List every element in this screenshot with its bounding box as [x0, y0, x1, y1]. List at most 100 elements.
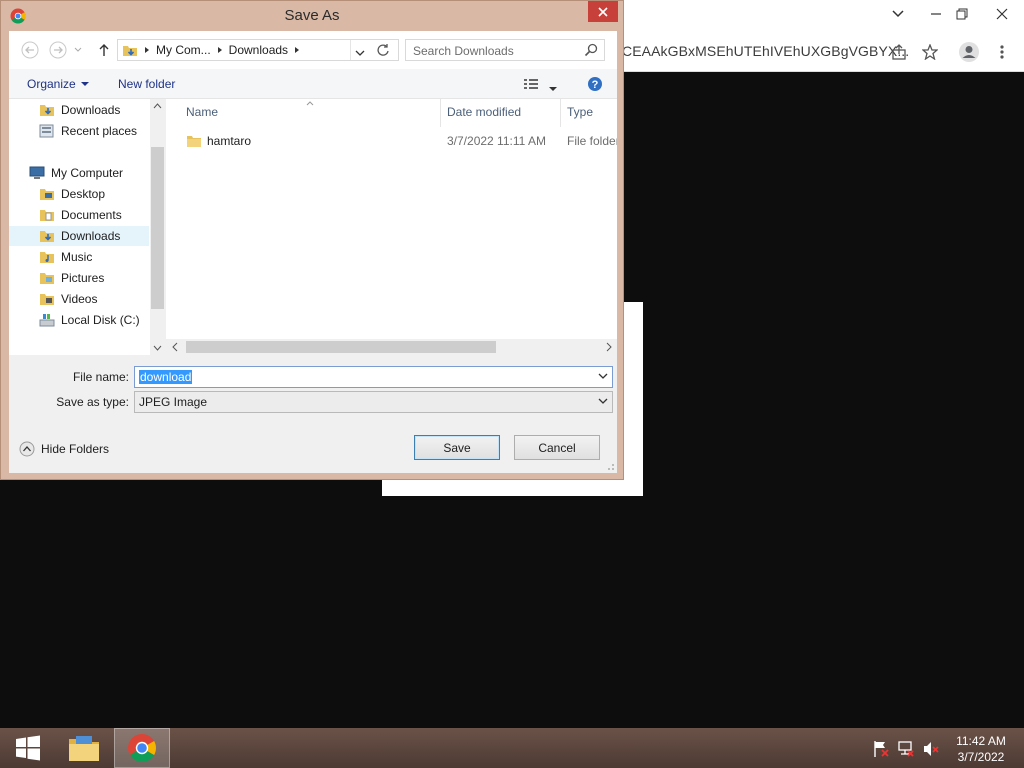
tree-item-label: Local Disk (C:) [61, 313, 140, 327]
refresh-icon [377, 44, 389, 56]
help-icon[interactable]: ? [587, 76, 603, 95]
scroll-right-icon [606, 342, 612, 352]
tree-item-music[interactable]: Music [9, 247, 149, 267]
horizontal-scrollbar-thumb[interactable] [186, 341, 496, 353]
file-name: hamtaro [207, 134, 252, 148]
profile-avatar-icon[interactable] [957, 40, 981, 64]
dialog-close-button[interactable] [588, 1, 618, 22]
tree-item-downloads-fav[interactable]: Downloads [9, 100, 149, 120]
filename-value: download [139, 370, 193, 384]
tree-item-local-disk[interactable]: Local Disk (C:) [9, 310, 149, 330]
navigation-pane: Downloads Recent places My Computer Desk… [9, 99, 165, 355]
scroll-up-icon [153, 103, 162, 109]
tree-item-label: Downloads [61, 103, 121, 117]
tree-item-my-computer[interactable]: My Computer [9, 163, 149, 183]
collapse-up-icon [19, 441, 35, 457]
dialog-titlebar[interactable]: Save As [1, 1, 623, 31]
column-header-name[interactable]: Name [186, 105, 218, 119]
taskbar: 11:42 AM 3/7/2022 [0, 728, 1024, 768]
network-icon[interactable] [897, 740, 915, 761]
horizontal-scrollbar[interactable] [166, 339, 617, 355]
address-history-dropdown[interactable] [355, 46, 365, 60]
navigation-scrollbar[interactable] [150, 99, 165, 355]
refresh-button[interactable] [375, 42, 391, 61]
tree-item-label: Videos [61, 292, 98, 306]
file-type: File folder [567, 134, 617, 148]
close-icon [598, 6, 608, 17]
cancel-button[interactable]: Cancel [514, 435, 600, 460]
up-button[interactable] [93, 39, 115, 61]
tree-item-documents[interactable]: Documents [9, 205, 149, 225]
back-arrow-icon [21, 41, 39, 59]
recent-locations-dropdown[interactable] [71, 39, 85, 61]
file-row[interactable]: hamtaro 3/7/2022 11:11 AM File folder [166, 131, 617, 153]
forward-arrow-icon [49, 41, 67, 59]
file-date: 3/7/2022 11:11 AM [447, 134, 546, 148]
view-options-icon[interactable] [523, 77, 539, 94]
share-icon[interactable] [887, 40, 911, 64]
tree-item-recent-places[interactable]: Recent places [9, 121, 149, 141]
chrome-close-icon[interactable] [982, 0, 1022, 28]
svg-text:?: ? [592, 79, 599, 91]
chrome-tab-search-icon[interactable] [878, 0, 918, 28]
taskbar-chrome[interactable] [114, 728, 170, 768]
pictures-folder-icon [39, 270, 55, 286]
save-button[interactable]: Save [414, 435, 500, 460]
chevron-down-icon [74, 47, 82, 52]
breadcrumb-my-computer[interactable]: My Com... [156, 43, 211, 57]
tree-item-videos[interactable]: Videos [9, 289, 149, 309]
file-explorer-icon [69, 736, 99, 761]
savetype-value: JPEG Image [139, 395, 208, 409]
column-header-type[interactable]: Type [567, 105, 593, 119]
videos-folder-icon [39, 291, 55, 307]
omnibox-url[interactable]: CEAAkGBxMSEhUTEhIVEhUXGBgVGBYX... [622, 43, 909, 59]
tree-item-label: Documents [61, 208, 122, 222]
savetype-label: Save as type: [56, 395, 129, 409]
navigation-row: My Com... Downloads Search Downloads [9, 31, 617, 69]
savetype-select[interactable]: JPEG Image [134, 391, 613, 413]
breadcrumb-chevron-icon [145, 47, 149, 53]
windows-logo-icon [16, 735, 40, 761]
folder-icon [186, 134, 202, 151]
command-bar: Organize New folder ? [9, 69, 617, 99]
search-input[interactable]: Search Downloads [405, 39, 605, 61]
breadcrumb-downloads[interactable]: Downloads [229, 43, 288, 57]
search-placeholder: Search Downloads [413, 44, 514, 58]
new-folder-button[interactable]: New folder [118, 77, 175, 91]
column-separator[interactable] [440, 99, 441, 127]
clock-date: 3/7/2022 [957, 750, 1005, 764]
column-header-date[interactable]: Date modified [447, 105, 521, 119]
tree-item-pictures[interactable]: Pictures [9, 268, 149, 288]
organize-menu[interactable]: Organize [27, 77, 89, 91]
navigation-scrollbar-thumb[interactable] [151, 147, 164, 309]
column-separator[interactable] [560, 99, 561, 127]
hide-folders-toggle[interactable]: Hide Folders [19, 441, 109, 457]
chevron-down-icon [80, 81, 89, 86]
forward-button[interactable] [47, 39, 69, 61]
action-center-flag-icon[interactable] [872, 740, 890, 761]
volume-muted-icon[interactable] [922, 740, 940, 761]
address-bar[interactable]: My Com... Downloads [117, 39, 399, 61]
chrome-icon [128, 734, 156, 762]
tree-item-downloads[interactable]: Downloads [9, 226, 149, 246]
tree-item-label: Desktop [61, 187, 106, 201]
tree-item-desktop[interactable]: Desktop [9, 184, 149, 204]
dialog-title: Save As [284, 7, 340, 24]
back-button[interactable] [19, 39, 41, 61]
start-button[interactable] [0, 728, 56, 768]
taskbar-file-explorer[interactable] [56, 728, 112, 768]
tree-item-label: My Computer [51, 166, 124, 180]
bookmark-star-icon[interactable] [918, 40, 942, 64]
downloads-folder-icon [123, 46, 137, 56]
chrome-menu-icon[interactable] [990, 40, 1014, 64]
restore-icon[interactable] [942, 0, 982, 28]
tree-item-label: Recent places [61, 124, 138, 138]
up-arrow-icon [99, 44, 109, 56]
tree-item-label: Downloads [61, 229, 121, 243]
taskbar-clock[interactable]: 11:42 AM 3/7/2022 [946, 733, 1016, 765]
view-dropdown[interactable] [549, 81, 557, 95]
documents-folder-icon [39, 207, 55, 223]
new-folder-label: New folder [118, 77, 176, 91]
tree-item-label: Pictures [61, 271, 105, 285]
filename-input[interactable]: download [134, 366, 613, 388]
